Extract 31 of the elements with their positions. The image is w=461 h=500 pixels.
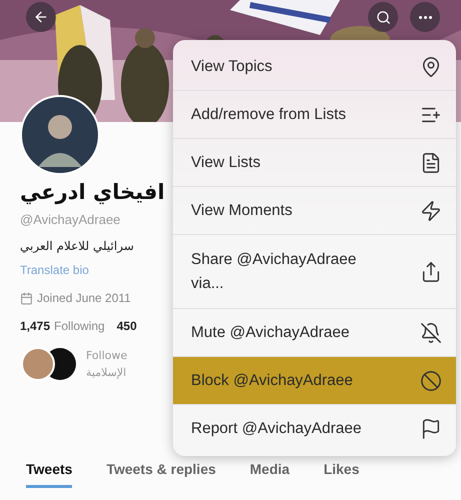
menu-item[interactable]: Share @AvichayAdraee via... (173, 235, 456, 309)
joined-date: Joined June 2011 (37, 291, 131, 305)
search-icon (376, 10, 390, 24)
profile-bio: سرائيلي للاعلام العربي (20, 239, 135, 253)
document-icon (420, 152, 442, 174)
profile-tab[interactable]: Media (250, 461, 290, 488)
blocked-icon (420, 370, 442, 392)
share-icon (420, 260, 442, 282)
bell-off-icon (420, 322, 442, 344)
followed-by-text: الإسلامية (86, 366, 128, 379)
follower-avatars (20, 347, 78, 381)
profile-tab[interactable]: Tweets (26, 461, 72, 488)
menu-item[interactable]: Add/remove from Lists (173, 91, 456, 139)
following-count: 1,475 (20, 319, 50, 333)
menu-item[interactable]: Report @AvichayAdraee (173, 405, 456, 453)
lightning-icon (420, 200, 442, 222)
following-label: Following (54, 319, 105, 333)
profile-tab[interactable]: Likes (324, 461, 360, 488)
pin-icon (420, 56, 442, 78)
profile-tab[interactable]: Tweets & replies (106, 461, 216, 488)
menu-item[interactable]: View Topics (173, 43, 456, 91)
flag-icon (420, 418, 442, 440)
profile-handle: @AvichayAdraee (20, 212, 122, 227)
calendar-icon (20, 292, 33, 304)
followed-by-text: Followe (86, 349, 128, 362)
menu-item[interactable]: View Moments (173, 187, 456, 235)
menu-item[interactable]: Block @AvichayAdraee (173, 357, 456, 405)
more-icon (418, 16, 432, 18)
profile-name: افيخاي ادرعي (20, 180, 166, 204)
followers-count: 450 (116, 319, 137, 333)
menu-item[interactable]: View Lists (173, 139, 456, 187)
